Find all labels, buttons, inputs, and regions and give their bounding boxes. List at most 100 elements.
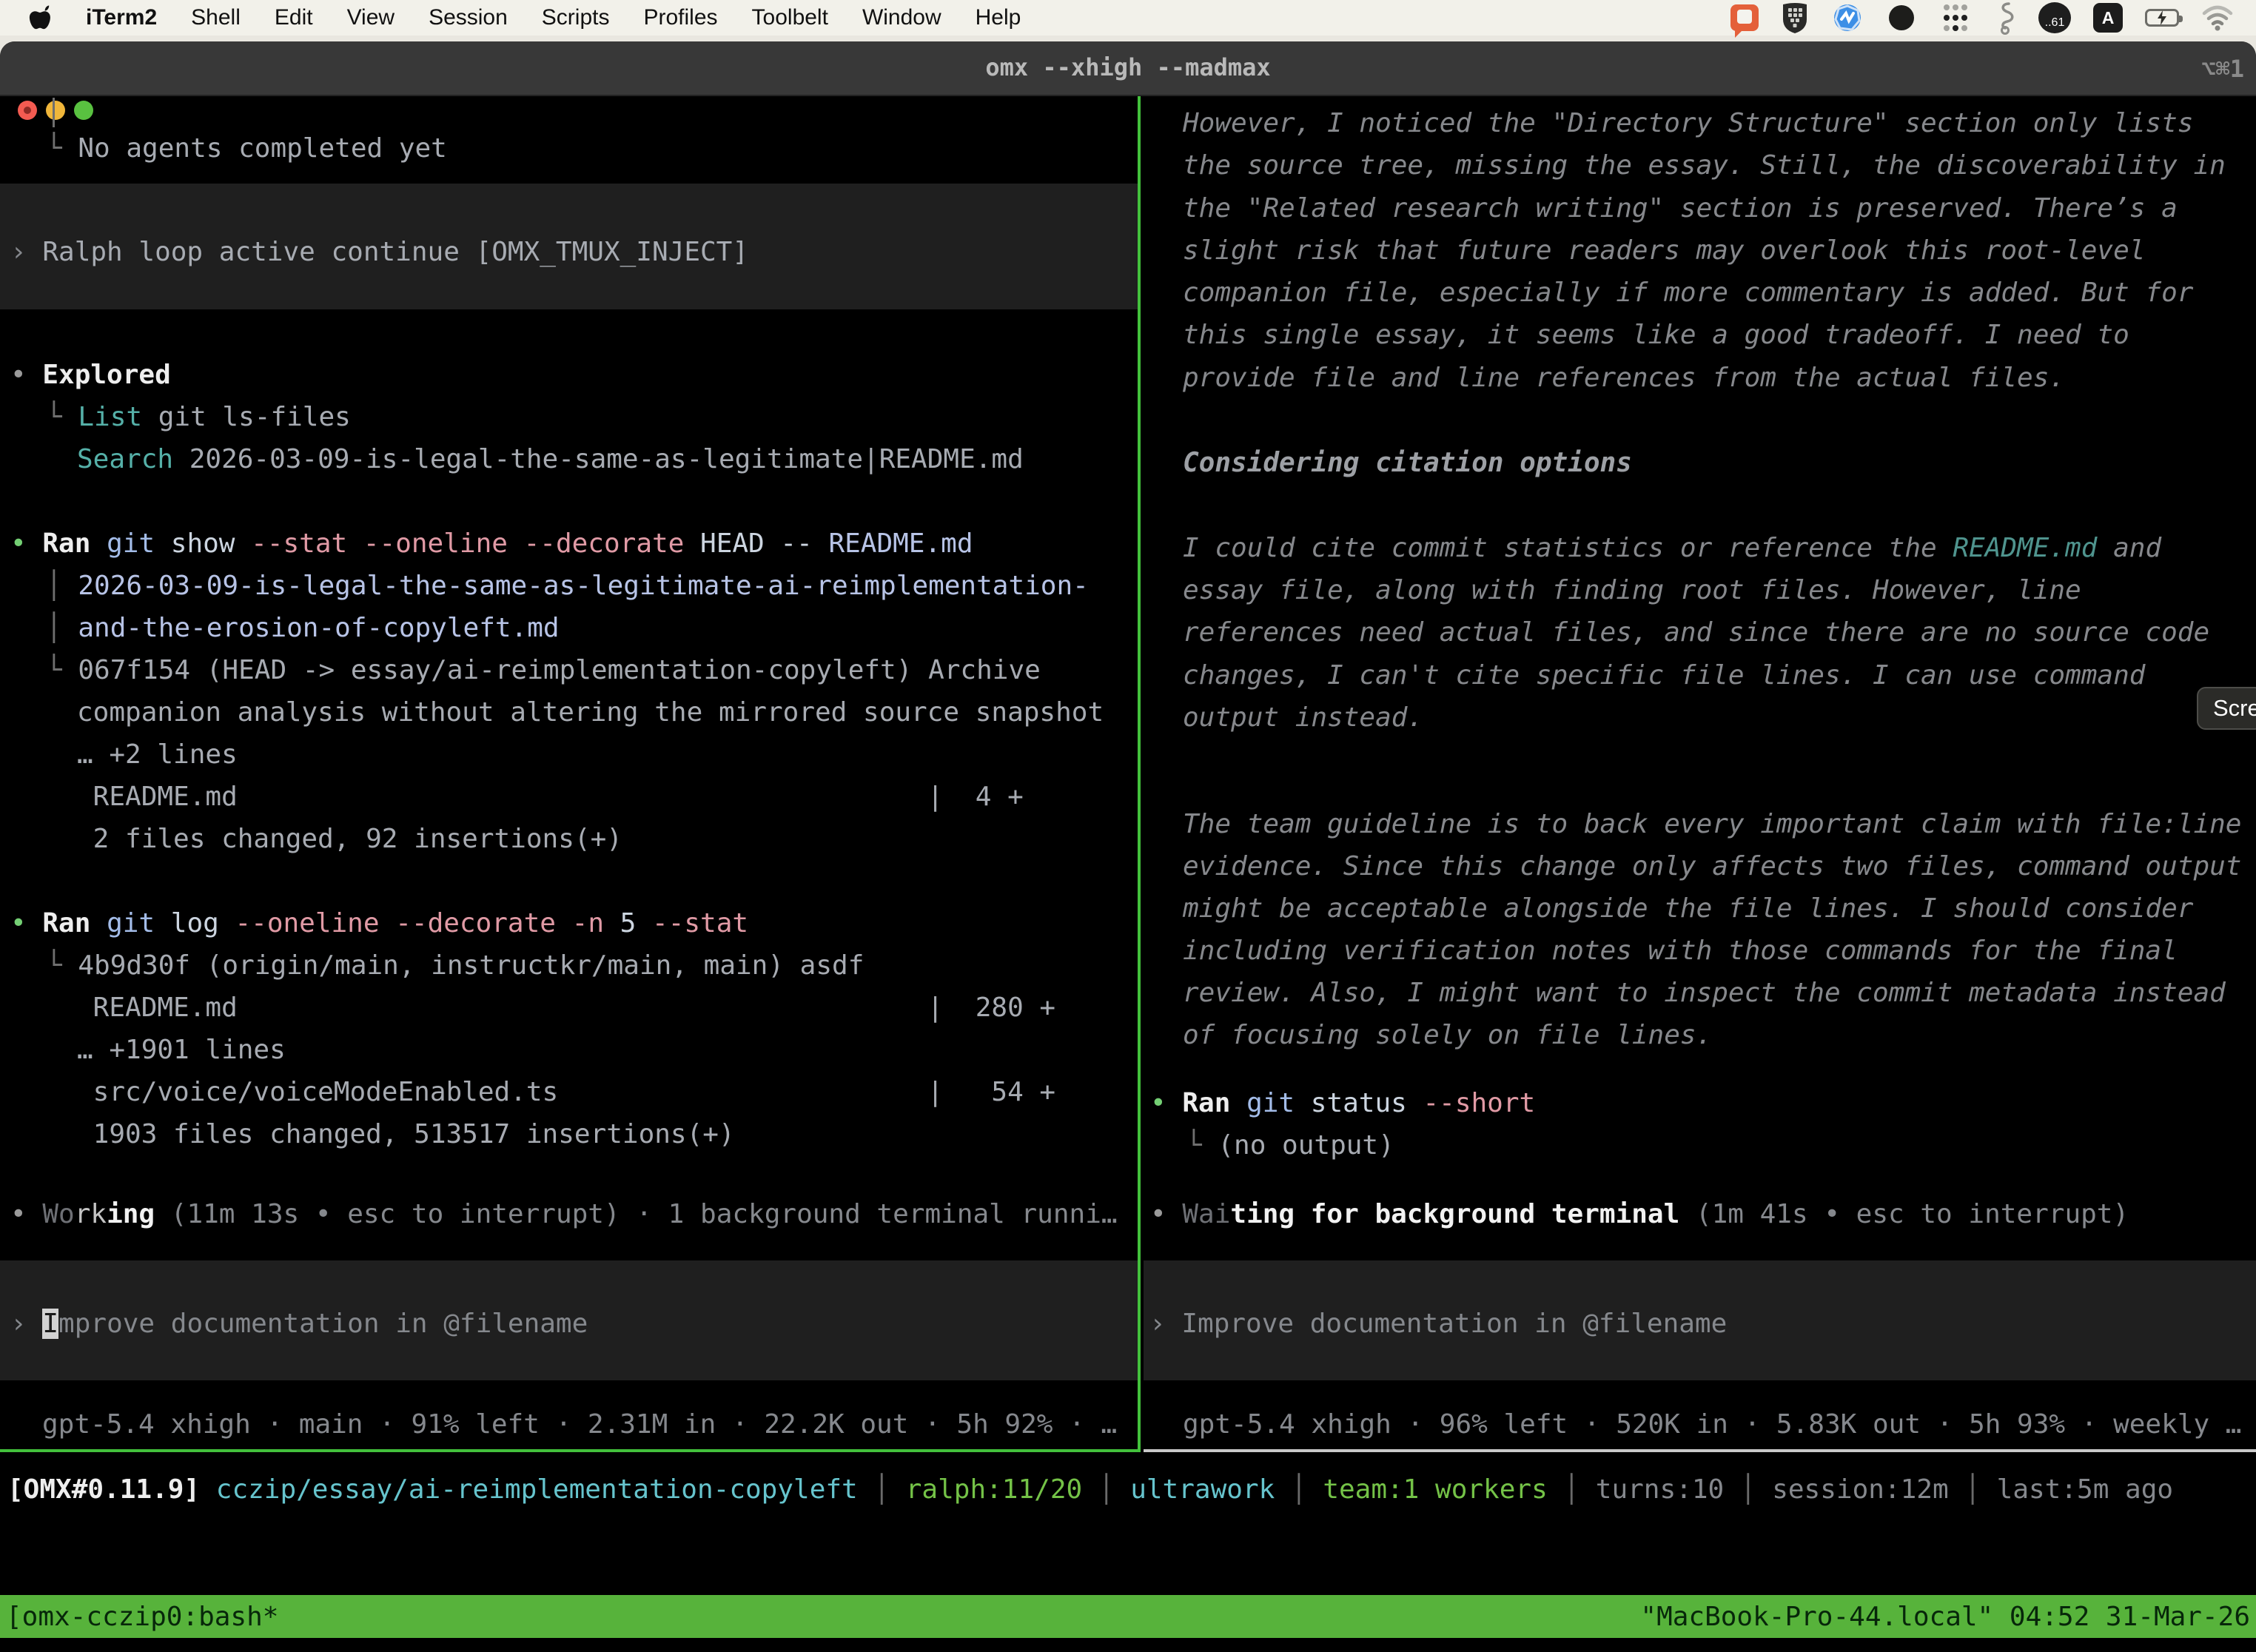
terminal-text-segment: •	[1150, 1199, 1182, 1229]
terminal-content: └ No agents completed yet › Ralph loop ac…	[0, 0, 2256, 1652]
terminal-line: companion analysis without altering the …	[77, 691, 1104, 733]
terminal-text-segment: essay file, along with finding root file…	[1183, 575, 2081, 605]
terminal-text-segment: src/voice/voiceModeEnabled.ts | 54 +	[77, 1077, 1055, 1107]
terminal-text-segment: •	[10, 908, 42, 939]
terminal-text-segment: … +2 lines	[77, 739, 238, 770]
terminal-text-segment: --decorate	[395, 908, 571, 939]
terminal-text-segment: cczip/essay/ai-reimplementation-copyleft	[216, 1474, 858, 1505]
terminal-text-segment: of focusing solely on file lines.	[1183, 1020, 1712, 1050]
terminal-line: The team guideline is to back every impo…	[1183, 803, 2241, 845]
terminal-text-segment: --short	[1423, 1088, 1535, 1118]
terminal-line: However, I noticed the "Directory Struct…	[1183, 102, 2193, 144]
terminal-text-segment: Search	[77, 444, 189, 474]
terminal-text-segment: (11m 13s • esc to interrupt) · 1 backgro…	[155, 1199, 1117, 1229]
terminal-line: output instead.	[1183, 696, 1423, 739]
terminal-text-segment: gpt-5.4 xhigh · 96% left · 520K in · 5.8…	[1183, 1409, 2241, 1440]
terminal-text-segment: changes, I can't cite specific file line…	[1183, 660, 2145, 691]
terminal-text-segment: I could cite commit statistics or refere…	[1183, 533, 1953, 563]
terminal-text-segment: │	[1724, 1474, 1772, 1505]
terminal-text-segment: Improve documentation in @filename	[1181, 1309, 1727, 1339]
terminal-text-segment: including verification notes with those …	[1183, 936, 2178, 966]
terminal-line: • Ran git status --short	[1150, 1082, 1535, 1124]
terminal-text-segment: turns:10	[1596, 1474, 1724, 1505]
terminal-line: might be acceptable alongside the file l…	[1183, 887, 2193, 930]
terminal-text-segment: However, I noticed the "Directory Struct…	[1183, 108, 2193, 138]
terminal-text-segment: │	[858, 1474, 906, 1505]
terminal-line: … +2 lines	[77, 733, 238, 776]
terminal-text-segment: (no output)	[1218, 1130, 1394, 1161]
terminal-text-segment: •	[1150, 1088, 1182, 1118]
terminal-line: › Improve documentation in @filename	[10, 1303, 588, 1345]
terminal-line: › Improve documentation in @filename	[1149, 1303, 1727, 1345]
terminal-line: README.md | 280 +	[77, 987, 1055, 1029]
terminal-text-segment: --oneline	[363, 528, 524, 559]
terminal-text-segment: No agents completed yet	[78, 133, 447, 164]
terminal-text-segment: [OMX#0.11.9]	[7, 1474, 216, 1505]
terminal-line: gpt-5.4 xhigh · main · 91% left · 2.31M …	[42, 1403, 1117, 1446]
terminal-text-segment: ›	[10, 237, 42, 267]
terminal-text-segment: •	[10, 360, 42, 390]
terminal-text-segment: 1903 files changed, 513517 insertions(+)	[77, 1119, 735, 1149]
terminal-text-segment: --stat	[251, 528, 363, 559]
terminal-line: • Explored	[10, 354, 171, 396]
terminal-line: • Waiting for background terminal (1m 41…	[1150, 1193, 2129, 1235]
terminal-line: evidence. Since this change only affects…	[1183, 845, 2241, 887]
terminal-text-segment: └	[46, 655, 78, 685]
terminal-text-segment: The team guideline is to back every impo…	[1183, 809, 2241, 839]
terminal-line: the "Related research writing" section i…	[1183, 187, 2178, 229]
terminal-line: └ 4b9d30f (origin/main, instructkr/main,…	[46, 944, 864, 987]
terminal-line: I could cite commit statistics or refere…	[1183, 527, 2161, 569]
terminal-text-segment: README.md | 280 +	[77, 993, 1055, 1023]
terminal-text-segment: └	[46, 950, 78, 981]
terminal-text-segment: (1m 41s • esc to interrupt)	[1679, 1199, 2129, 1229]
terminal-line: review. Also, I might want to inspect th…	[1183, 972, 2226, 1014]
terminal-text-segment: README.md | 4 +	[77, 782, 1024, 812]
terminal-line: › Ralph loop active continue [OMX_TMUX_I…	[10, 231, 748, 273]
terminal-text-segment: mprove documentation in @filename	[58, 1309, 588, 1339]
terminal-text-segment: … +1901 lines	[77, 1035, 286, 1065]
terminal-line: of focusing solely on file lines.	[1183, 1014, 1712, 1056]
terminal-line: this single essay, it seems like a good …	[1183, 314, 2129, 356]
terminal-line: └ No agents completed yet	[46, 127, 447, 169]
screen-overlay-button[interactable]: Scre	[2197, 687, 2256, 730]
terminal-text-segment: session:12m	[1772, 1474, 1948, 1505]
text-cursor: I	[42, 1309, 58, 1339]
terminal-line: [OMX#0.11.9] cczip/essay/ai-reimplementa…	[7, 1468, 2173, 1511]
terminal-text-segment: git ls-files	[158, 402, 351, 432]
terminal-line: Considering citation options	[1183, 442, 1632, 484]
terminal-text-segment: this single essay, it seems like a good …	[1183, 320, 2129, 350]
terminal-text-segment: evidence. Since this change only affects…	[1183, 851, 2241, 882]
terminal-text-segment: git	[107, 528, 171, 559]
tmux-host-clock-label: "MacBook-Pro-44.local" 04:52 31-Mar-26	[1640, 1602, 2256, 1632]
terminal-text-segment: │	[1548, 1474, 1596, 1505]
terminal-line: gpt-5.4 xhigh · 96% left · 520K in · 5.8…	[1183, 1403, 2241, 1446]
terminal-line: references need actual files, and since …	[1183, 611, 2209, 654]
terminal-text-segment: Ran	[42, 908, 107, 939]
terminal-text-segment: gpt-5.4 xhigh · main · 91% left · 2.31M …	[42, 1409, 1117, 1440]
terminal-text-segment: companion analysis without altering the …	[77, 697, 1104, 728]
terminal-line: … +1901 lines	[77, 1029, 286, 1071]
terminal-text-segment: review. Also, I might want to inspect th…	[1183, 978, 2226, 1008]
terminal-line: changes, I can't cite specific file line…	[1183, 654, 2145, 696]
terminal-text-segment: │	[1082, 1474, 1130, 1505]
terminal-text-segment: rk	[75, 1199, 107, 1229]
terminal-text-segment: the "Related research writing" section i…	[1183, 193, 2178, 224]
tmux-status-bar: [omx-cczip0:bash* "MacBook-Pro-44.local"…	[0, 1595, 2256, 1638]
terminal-text-segment: •	[10, 528, 42, 559]
terminal-text-segment: ing	[107, 1199, 155, 1229]
desktop: iTerm2ShellEditViewSessionScriptsProfile…	[0, 0, 2256, 1652]
terminal-text-segment: --oneline	[235, 908, 395, 939]
terminal-line: Search 2026-03-09-is-legal-the-same-as-l…	[77, 438, 1024, 480]
terminal-text-segment: git	[107, 908, 171, 939]
terminal-text-segment: README.md	[1953, 533, 2097, 563]
terminal-line: • Working (11m 13s • esc to interrupt) ·…	[10, 1193, 1118, 1235]
tmux-session-label[interactable]: [omx-cczip0:bash*	[0, 1602, 278, 1632]
terminal-text-segment: 4b9d30f (origin/main, instructkr/main, m…	[78, 950, 864, 981]
terminal-text-segment: output instead.	[1183, 702, 1423, 733]
terminal-text-segment: last:5m ago	[1997, 1474, 2173, 1505]
terminal-text-segment: --	[780, 528, 828, 559]
terminal-text-segment: companion file, especially if more comme…	[1183, 278, 2193, 308]
terminal-text-segment: -n	[572, 908, 620, 939]
terminal-text-segment: 5	[620, 908, 652, 939]
terminal-line: └ (no output)	[1186, 1124, 1394, 1166]
